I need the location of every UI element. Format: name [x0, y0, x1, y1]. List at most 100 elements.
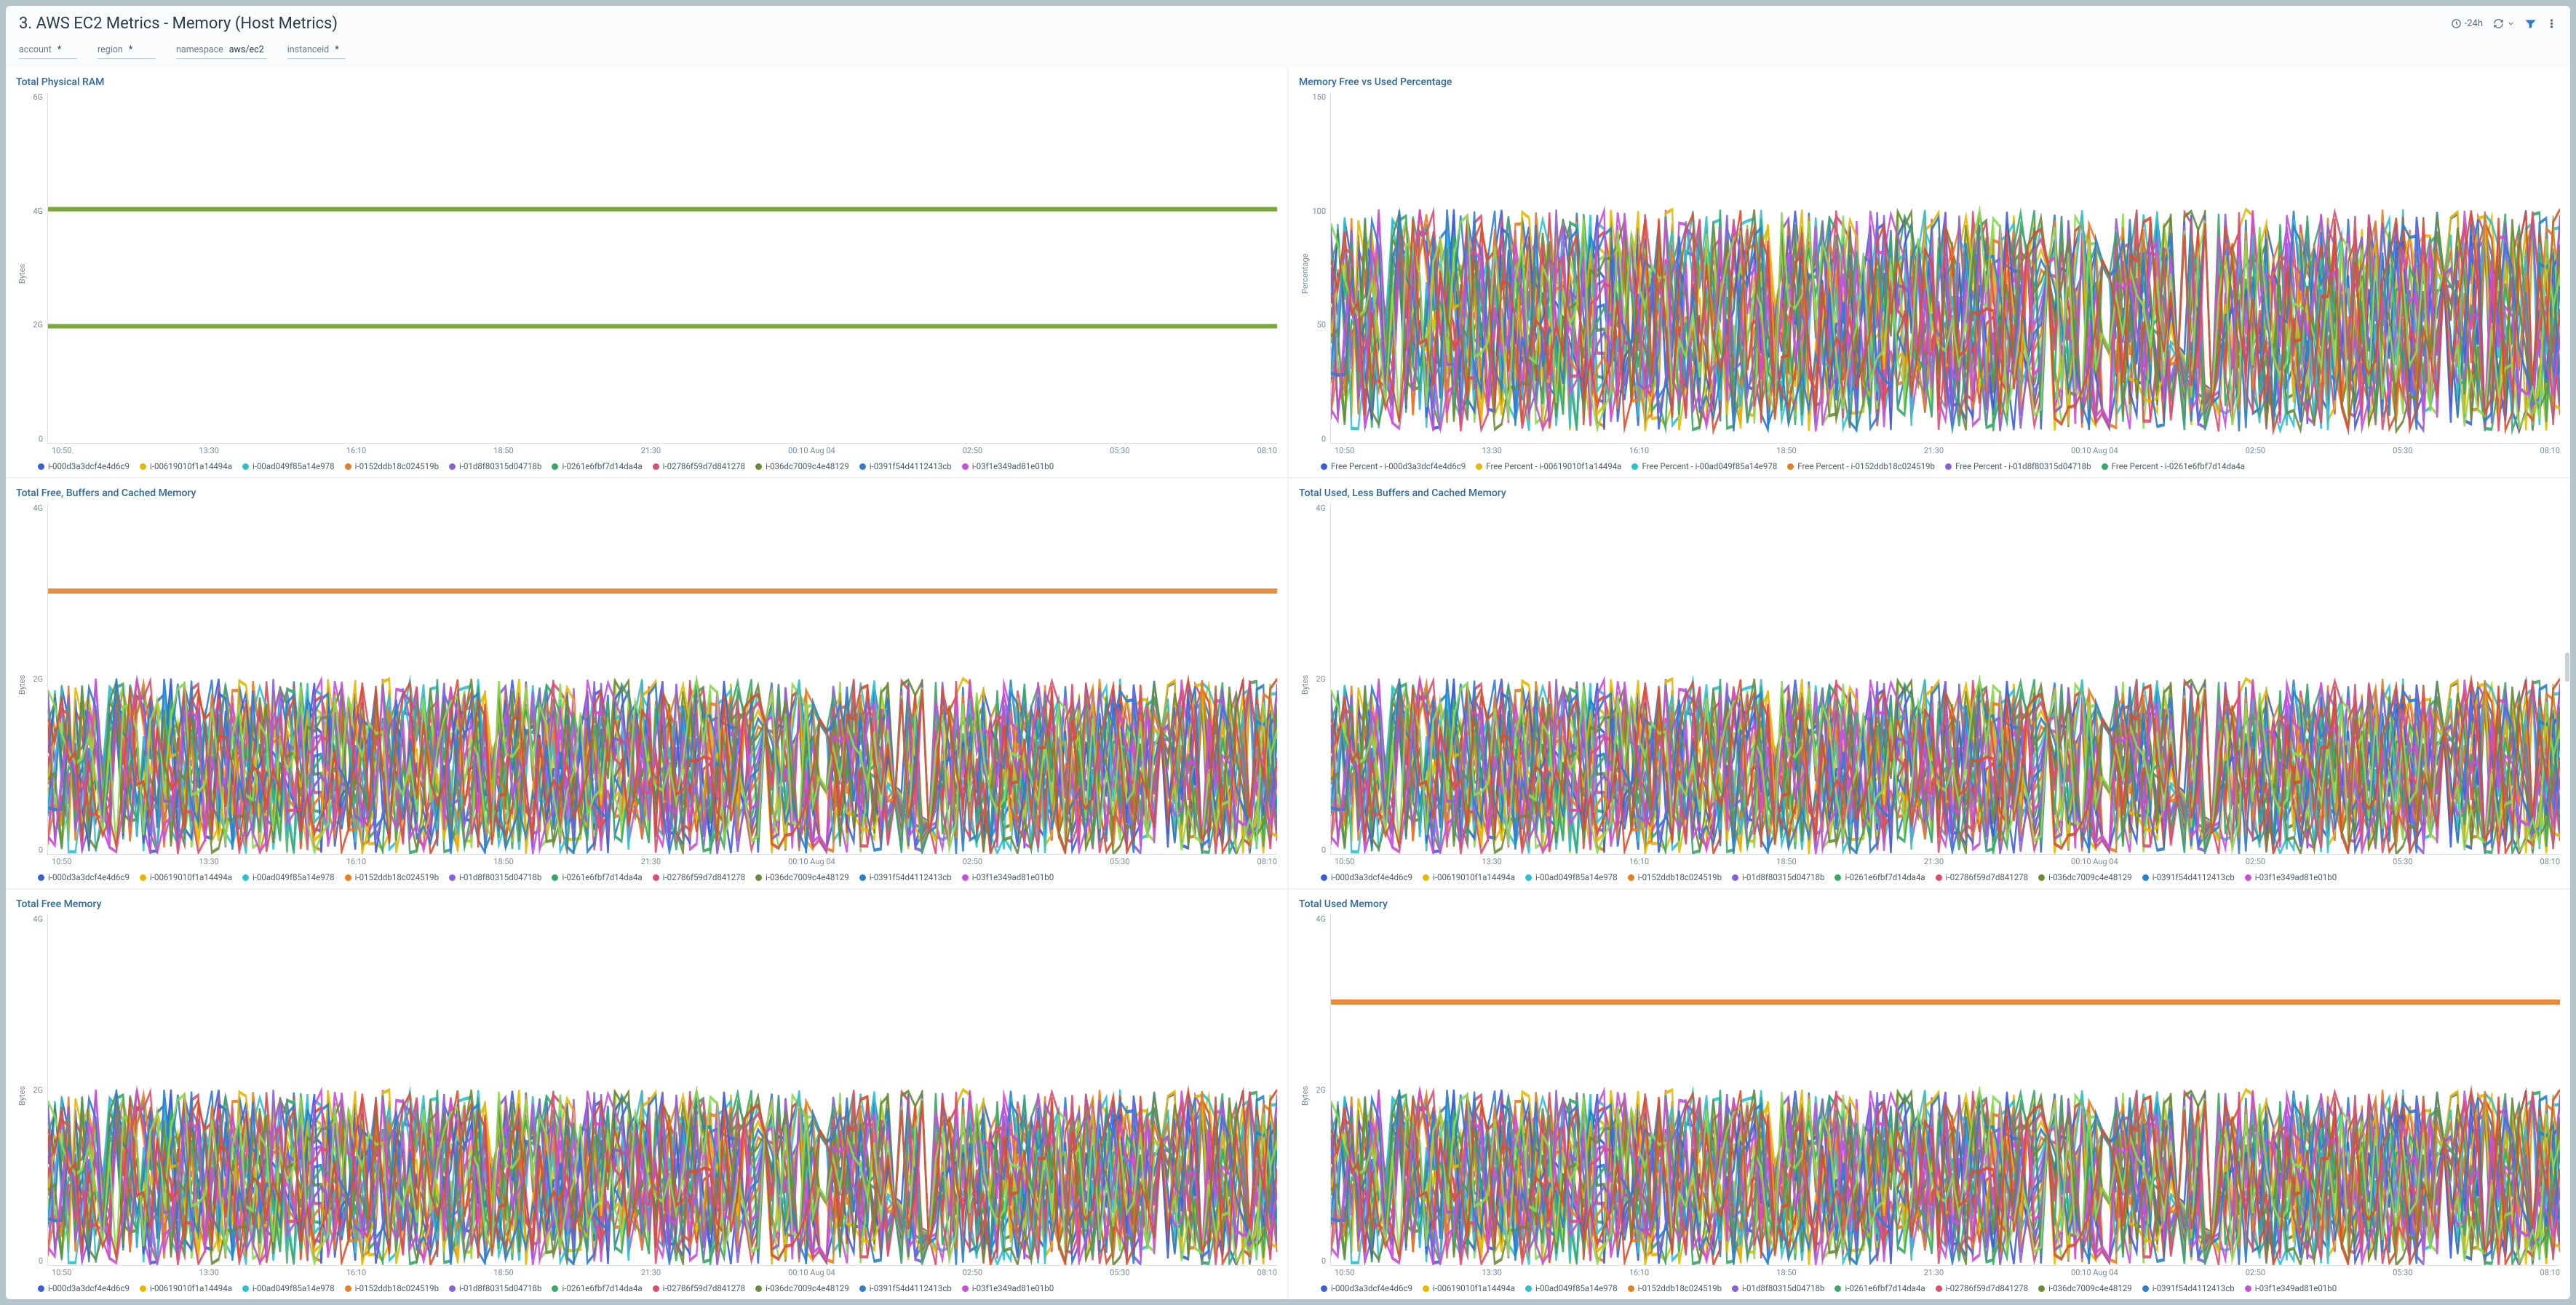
- legend-item[interactable]: i-0391f54d4112413cb: [859, 872, 952, 882]
- legend-item[interactable]: Free Percent - i-0261e6fbf7d14da4a: [2102, 461, 2245, 471]
- filter-region[interactable]: region*: [98, 43, 156, 59]
- scrollbar-thumb[interactable]: [2565, 652, 2569, 682]
- legend-item[interactable]: i-00619010f1a14494a: [140, 461, 232, 471]
- legend-item[interactable]: i-0261e6fbf7d14da4a: [1834, 872, 1925, 882]
- x-ticks: 10:5013:3016:1018:5021:3000:10 Aug 0402:…: [28, 444, 1277, 455]
- filter-value: aws/ec2: [229, 44, 264, 55]
- legend-swatch: [1321, 874, 1327, 881]
- toolbar: -24h: [2451, 18, 2557, 29]
- legend-item[interactable]: i-00619010f1a14494a: [1423, 872, 1515, 882]
- legend-item[interactable]: i-03f1e349ad81e01b0: [2245, 1283, 2337, 1293]
- panel-total-used-less-buffers-cached: Total Used, Less Buffers and Cached Memo…: [1289, 479, 2570, 888]
- legend-item[interactable]: i-0391f54d4112413cb: [859, 1283, 952, 1293]
- legend-swatch: [859, 1285, 866, 1292]
- y-axis-label: Percentage: [1299, 92, 1311, 455]
- legend-swatch: [859, 874, 866, 881]
- legend-item[interactable]: i-036dc7009c4e48129: [2038, 1283, 2132, 1293]
- legend-label: i-0391f54d4112413cb: [2152, 1283, 2235, 1293]
- chart-plot[interactable]: [47, 914, 1277, 1266]
- legend-item[interactable]: Free Percent - i-00ad049f85a14e978: [1631, 461, 1777, 471]
- legend-item[interactable]: Free Percent - i-0152ddb18c024519b: [1787, 461, 1935, 471]
- legend-item[interactable]: i-01d8f80315d04718b: [449, 1283, 541, 1293]
- chart-plot[interactable]: [1330, 92, 2560, 444]
- legend-item[interactable]: i-02786f59d7d841278: [653, 1283, 745, 1293]
- legend-item[interactable]: i-036dc7009c4e48129: [755, 1283, 849, 1293]
- legend-label: i-036dc7009c4e48129: [766, 461, 849, 471]
- legend-swatch: [140, 1285, 146, 1292]
- legend-item[interactable]: i-00ad049f85a14e978: [1525, 1283, 1618, 1293]
- legend-item[interactable]: i-0261e6fbf7d14da4a: [552, 461, 642, 471]
- legend-item[interactable]: i-0152ddb18c024519b: [345, 872, 439, 882]
- legend-label: Free Percent - i-01d8f80315d04718b: [1955, 461, 2091, 471]
- panel-title: Total Free, Buffers and Cached Memory: [16, 487, 1277, 499]
- legend-item[interactable]: Free Percent - i-00619010f1a14494a: [1476, 461, 1621, 471]
- legend-item[interactable]: i-0261e6fbf7d14da4a: [552, 872, 642, 882]
- chart-plot[interactable]: [1330, 914, 2560, 1266]
- legend-item[interactable]: Free Percent - i-000d3a3dcf4e4d6c9: [1321, 461, 1466, 471]
- legend-swatch: [653, 1285, 659, 1292]
- legend-item[interactable]: i-03f1e349ad81e01b0: [962, 1283, 1054, 1293]
- legend-item[interactable]: i-00619010f1a14494a: [140, 1283, 232, 1293]
- legend-label: i-01d8f80315d04718b: [1742, 1283, 1824, 1293]
- legend-item[interactable]: i-036dc7009c4e48129: [2038, 872, 2132, 882]
- legend-item[interactable]: i-0152ddb18c024519b: [1628, 872, 1722, 882]
- legend: i-000d3a3dcf4e4d6c9 i-00619010f1a14494a i-…: [16, 1277, 1277, 1293]
- legend-item[interactable]: i-03f1e349ad81e01b0: [962, 461, 1054, 471]
- legend-item[interactable]: i-02786f59d7d841278: [653, 872, 745, 882]
- legend-item[interactable]: i-00ad049f85a14e978: [1525, 872, 1618, 882]
- header: 3. AWS EC2 Metrics - Memory (Host Metric…: [6, 6, 2570, 36]
- legend-item[interactable]: i-03f1e349ad81e01b0: [962, 872, 1054, 882]
- legend-item[interactable]: i-01d8f80315d04718b: [1732, 872, 1824, 882]
- chart-plot[interactable]: [1330, 503, 2560, 855]
- refresh-button[interactable]: [2493, 18, 2515, 29]
- legend-item[interactable]: i-02786f59d7d841278: [653, 461, 745, 471]
- legend-swatch: [1628, 1285, 1634, 1292]
- legend-item[interactable]: i-0152ddb18c024519b: [345, 461, 439, 471]
- legend-label: i-0391f54d4112413cb: [870, 461, 952, 471]
- filter-account[interactable]: account*: [19, 43, 77, 59]
- legend-item[interactable]: i-0152ddb18c024519b: [1628, 1283, 1722, 1293]
- legend-item[interactable]: i-00ad049f85a14e978: [242, 1283, 335, 1293]
- legend-item[interactable]: i-036dc7009c4e48129: [755, 872, 849, 882]
- filter-namespace[interactable]: namespaceaws/ec2: [176, 43, 267, 59]
- timerange-picker[interactable]: -24h: [2451, 18, 2483, 29]
- legend-item[interactable]: i-00619010f1a14494a: [140, 872, 232, 882]
- legend-item[interactable]: i-02786f59d7d841278: [1936, 872, 2028, 882]
- chart-area: Bytes4G2G010:5013:3016:1018:5021:3000:10…: [1299, 914, 2560, 1277]
- legend-item[interactable]: Free Percent - i-01d8f80315d04718b: [1945, 461, 2091, 471]
- legend-item[interactable]: i-000d3a3dcf4e4d6c9: [38, 1283, 130, 1293]
- legend-item[interactable]: i-0261e6fbf7d14da4a: [552, 1283, 642, 1293]
- more-button[interactable]: [2546, 18, 2557, 29]
- panel-title: Total Physical RAM: [16, 76, 1277, 88]
- legend-item[interactable]: i-00ad049f85a14e978: [242, 872, 335, 882]
- legend-label: Free Percent - i-00619010f1a14494a: [1486, 461, 1621, 471]
- legend-item[interactable]: i-0152ddb18c024519b: [345, 1283, 439, 1293]
- legend-item[interactable]: i-01d8f80315d04718b: [449, 461, 541, 471]
- legend-item[interactable]: i-02786f59d7d841278: [1936, 1283, 2028, 1293]
- filter-button[interactable]: [2525, 18, 2536, 29]
- legend-item[interactable]: i-000d3a3dcf4e4d6c9: [38, 461, 130, 471]
- legend-item[interactable]: i-0391f54d4112413cb: [859, 461, 952, 471]
- legend-swatch: [653, 874, 659, 881]
- panel-total-used-memory: Total Used MemoryBytes4G2G010:5013:3016:…: [1289, 890, 2570, 1299]
- legend-item[interactable]: i-000d3a3dcf4e4d6c9: [38, 872, 130, 882]
- legend-item[interactable]: i-0391f54d4112413cb: [2142, 872, 2235, 882]
- legend-item[interactable]: i-01d8f80315d04718b: [1732, 1283, 1824, 1293]
- filter-instanceid[interactable]: instanceid*: [287, 43, 346, 59]
- legend-item[interactable]: i-00619010f1a14494a: [1423, 1283, 1515, 1293]
- legend-item[interactable]: i-000d3a3dcf4e4d6c9: [1321, 1283, 1412, 1293]
- legend-item[interactable]: i-01d8f80315d04718b: [449, 872, 541, 882]
- legend-item[interactable]: i-0261e6fbf7d14da4a: [1834, 1283, 1925, 1293]
- legend-swatch: [552, 463, 558, 470]
- legend-item[interactable]: i-0391f54d4112413cb: [2142, 1283, 2235, 1293]
- legend-swatch: [1732, 1285, 1738, 1292]
- legend-item[interactable]: i-03f1e349ad81e01b0: [2245, 872, 2337, 882]
- chart-plot[interactable]: [47, 92, 1277, 444]
- legend-item[interactable]: i-036dc7009c4e48129: [755, 461, 849, 471]
- y-axis-label: Bytes: [16, 503, 28, 866]
- chart-plot[interactable]: [47, 503, 1277, 855]
- legend-item[interactable]: i-000d3a3dcf4e4d6c9: [1321, 872, 1412, 882]
- panel-title: Total Used, Less Buffers and Cached Memo…: [1299, 487, 2560, 499]
- legend-swatch: [2245, 874, 2251, 881]
- legend-item[interactable]: i-00ad049f85a14e978: [242, 461, 335, 471]
